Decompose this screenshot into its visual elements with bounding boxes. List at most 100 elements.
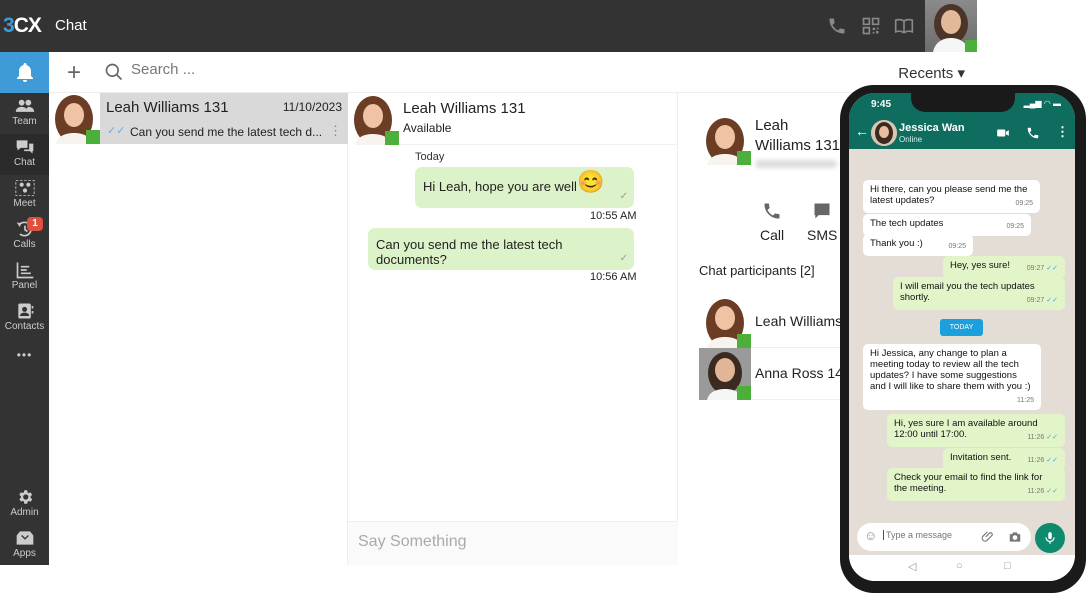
nav-home-icon[interactable]: ○ bbox=[956, 560, 963, 572]
compose-area bbox=[348, 521, 678, 565]
phone-message: Invitation sent. 11:26 ✓✓ bbox=[943, 448, 1065, 470]
sidebar-item-apps[interactable]: Apps bbox=[0, 525, 49, 566]
contact-email-blurred bbox=[755, 160, 837, 168]
nav-back-icon[interactable]: ◁ bbox=[908, 560, 916, 573]
read-check-icon: ✓✓ bbox=[1046, 265, 1058, 272]
phone-status-bar: 9:45 ▂▄▆ ◠ ▬ bbox=[849, 93, 1075, 117]
whatsapp-header: ← Jessica Wan Online ⋮ bbox=[849, 117, 1075, 149]
conversation-pane: Leah Williams 131 Available Today Hi Lea… bbox=[348, 93, 678, 565]
user-avatar[interactable] bbox=[925, 0, 977, 52]
phone-clock: 9:45 bbox=[871, 99, 892, 110]
phone-message: Check your email to find the link for th… bbox=[887, 468, 1065, 501]
more-options-icon[interactable]: ⋮ bbox=[329, 123, 342, 139]
today-separator: TODAY bbox=[940, 319, 983, 336]
phone-message-input[interactable] bbox=[883, 530, 983, 540]
sidebar-item-meet[interactable]: Meet bbox=[0, 175, 49, 216]
phone-icon[interactable] bbox=[1026, 126, 1040, 140]
signal-wifi-battery-icon: ▂▄▆ ◠ ▬ bbox=[1023, 99, 1061, 108]
android-nav-bar: ◁ ○ □ bbox=[849, 555, 1075, 581]
read-check-icon: ✓✓ bbox=[1046, 457, 1058, 464]
status-indicator bbox=[86, 130, 100, 144]
message-bubble: Can you send me the latest tech document… bbox=[368, 228, 634, 270]
status-indicator bbox=[737, 334, 751, 348]
gear-icon bbox=[18, 490, 32, 504]
contact-status: Online bbox=[899, 135, 923, 144]
attach-icon[interactable] bbox=[981, 530, 995, 544]
chat-icon bbox=[16, 140, 33, 154]
phone-message: The tech updates 09:25 bbox=[863, 214, 1031, 236]
book-icon[interactable] bbox=[894, 16, 914, 36]
sms-action-button[interactable]: SMS bbox=[807, 201, 837, 243]
list-item[interactable]: Leah Williams 131 11/10/2023 ✓✓ Can you … bbox=[49, 93, 348, 144]
emoji-icon[interactable]: ☺ bbox=[864, 528, 877, 543]
phone-message: Hey, yes sure! 09:27 ✓✓ bbox=[943, 256, 1065, 278]
app-title: Chat bbox=[55, 17, 87, 34]
contact-avatar[interactable] bbox=[871, 120, 897, 146]
team-icon bbox=[15, 99, 34, 112]
qr-code-icon[interactable] bbox=[861, 16, 881, 36]
phone-message-input-bar: ☺ bbox=[857, 523, 1031, 551]
status-indicator bbox=[385, 131, 399, 145]
read-check-icon: ✓✓ bbox=[1046, 297, 1058, 304]
phone-icon bbox=[764, 203, 780, 219]
avatar bbox=[348, 94, 399, 145]
more-icon: ••• bbox=[16, 348, 33, 362]
sidebar-item-notifications[interactable] bbox=[0, 52, 49, 93]
message-input[interactable] bbox=[358, 533, 658, 551]
phone-message: I will email you the tech updates shortl… bbox=[893, 277, 1065, 310]
top-bar: 3CX Chat bbox=[0, 0, 977, 52]
phone-message: Hi there, can you please send me the lat… bbox=[863, 180, 1040, 213]
message-time: 10:55 AM bbox=[590, 210, 637, 222]
phone-message: Hi, yes sure I am available around 12:00… bbox=[887, 414, 1065, 447]
chat-list: Leah Williams 131 11/10/2023 ✓✓ Can you … bbox=[49, 93, 348, 565]
conversation-title: Leah Williams 131 bbox=[403, 100, 526, 117]
avatar bbox=[699, 296, 751, 348]
video-call-icon[interactable] bbox=[996, 126, 1010, 140]
status-indicator bbox=[965, 40, 977, 52]
last-message-snippet: Can you send me the latest tech d... bbox=[130, 125, 323, 139]
phone-icon[interactable] bbox=[827, 16, 847, 36]
bell-icon bbox=[16, 63, 33, 82]
search-input[interactable] bbox=[131, 61, 381, 78]
contact-name: Jessica Wan bbox=[899, 122, 965, 134]
back-arrow-icon[interactable]: ← bbox=[855, 123, 869, 139]
menu-dots-icon[interactable]: ⋮ bbox=[1056, 124, 1069, 140]
new-chat-button[interactable]: + bbox=[67, 59, 81, 87]
sent-check-icon: ✓ bbox=[619, 253, 628, 264]
sidebar-item-contacts[interactable]: Contacts bbox=[0, 298, 49, 339]
read-check-icon: ✓✓ bbox=[1046, 434, 1058, 441]
message-time: 10:56 AM bbox=[590, 271, 637, 283]
panel-icon bbox=[16, 262, 33, 279]
sidebar-item-more[interactable]: ••• bbox=[0, 348, 49, 389]
sidebar-item-chat[interactable]: Chat bbox=[0, 134, 49, 175]
camera-icon[interactable] bbox=[1008, 530, 1022, 544]
apps-icon bbox=[16, 531, 33, 545]
read-check-icon: ✓✓ bbox=[1046, 488, 1058, 495]
message-bubble: Hi Leah, hope you are well 😊 ✓ bbox=[415, 167, 634, 208]
conversation-header: Leah Williams 131 Available bbox=[348, 93, 678, 145]
missed-calls-badge: 1 bbox=[27, 217, 43, 231]
presence-status: Available bbox=[403, 121, 452, 135]
contacts-icon bbox=[17, 303, 33, 319]
day-separator: Today bbox=[415, 151, 445, 163]
participants-heading: Chat participants [2] bbox=[699, 263, 815, 278]
call-action-button[interactable]: Call bbox=[760, 201, 784, 243]
sidebar-item-calls[interactable]: Calls 1 bbox=[0, 216, 49, 257]
phone-notch bbox=[911, 93, 1015, 112]
status-indicator bbox=[737, 151, 751, 165]
participant-name: Anna Ross 14 bbox=[755, 365, 843, 381]
mic-button[interactable] bbox=[1035, 523, 1065, 553]
sidebar-item-team[interactable]: Team bbox=[0, 93, 49, 134]
search-icon bbox=[105, 63, 123, 81]
toolbar: + Recents ▾ bbox=[49, 52, 977, 93]
meet-icon bbox=[14, 180, 35, 196]
nav-recents-icon[interactable]: □ bbox=[1004, 560, 1011, 572]
sent-check-icon: ✓ bbox=[619, 191, 628, 202]
read-check-icon: ✓✓ bbox=[107, 125, 126, 137]
recents-dropdown[interactable]: Recents ▾ bbox=[898, 64, 965, 82]
sidebar-item-panel[interactable]: Panel bbox=[0, 257, 49, 298]
avatar bbox=[49, 93, 100, 144]
sidebar-item-admin[interactable]: Admin bbox=[0, 484, 49, 525]
sms-icon bbox=[814, 203, 830, 219]
phone-mockup: 9:45 ▂▄▆ ◠ ▬ ← Jessica Wan Online ⋮ Hi t… bbox=[840, 85, 1086, 593]
